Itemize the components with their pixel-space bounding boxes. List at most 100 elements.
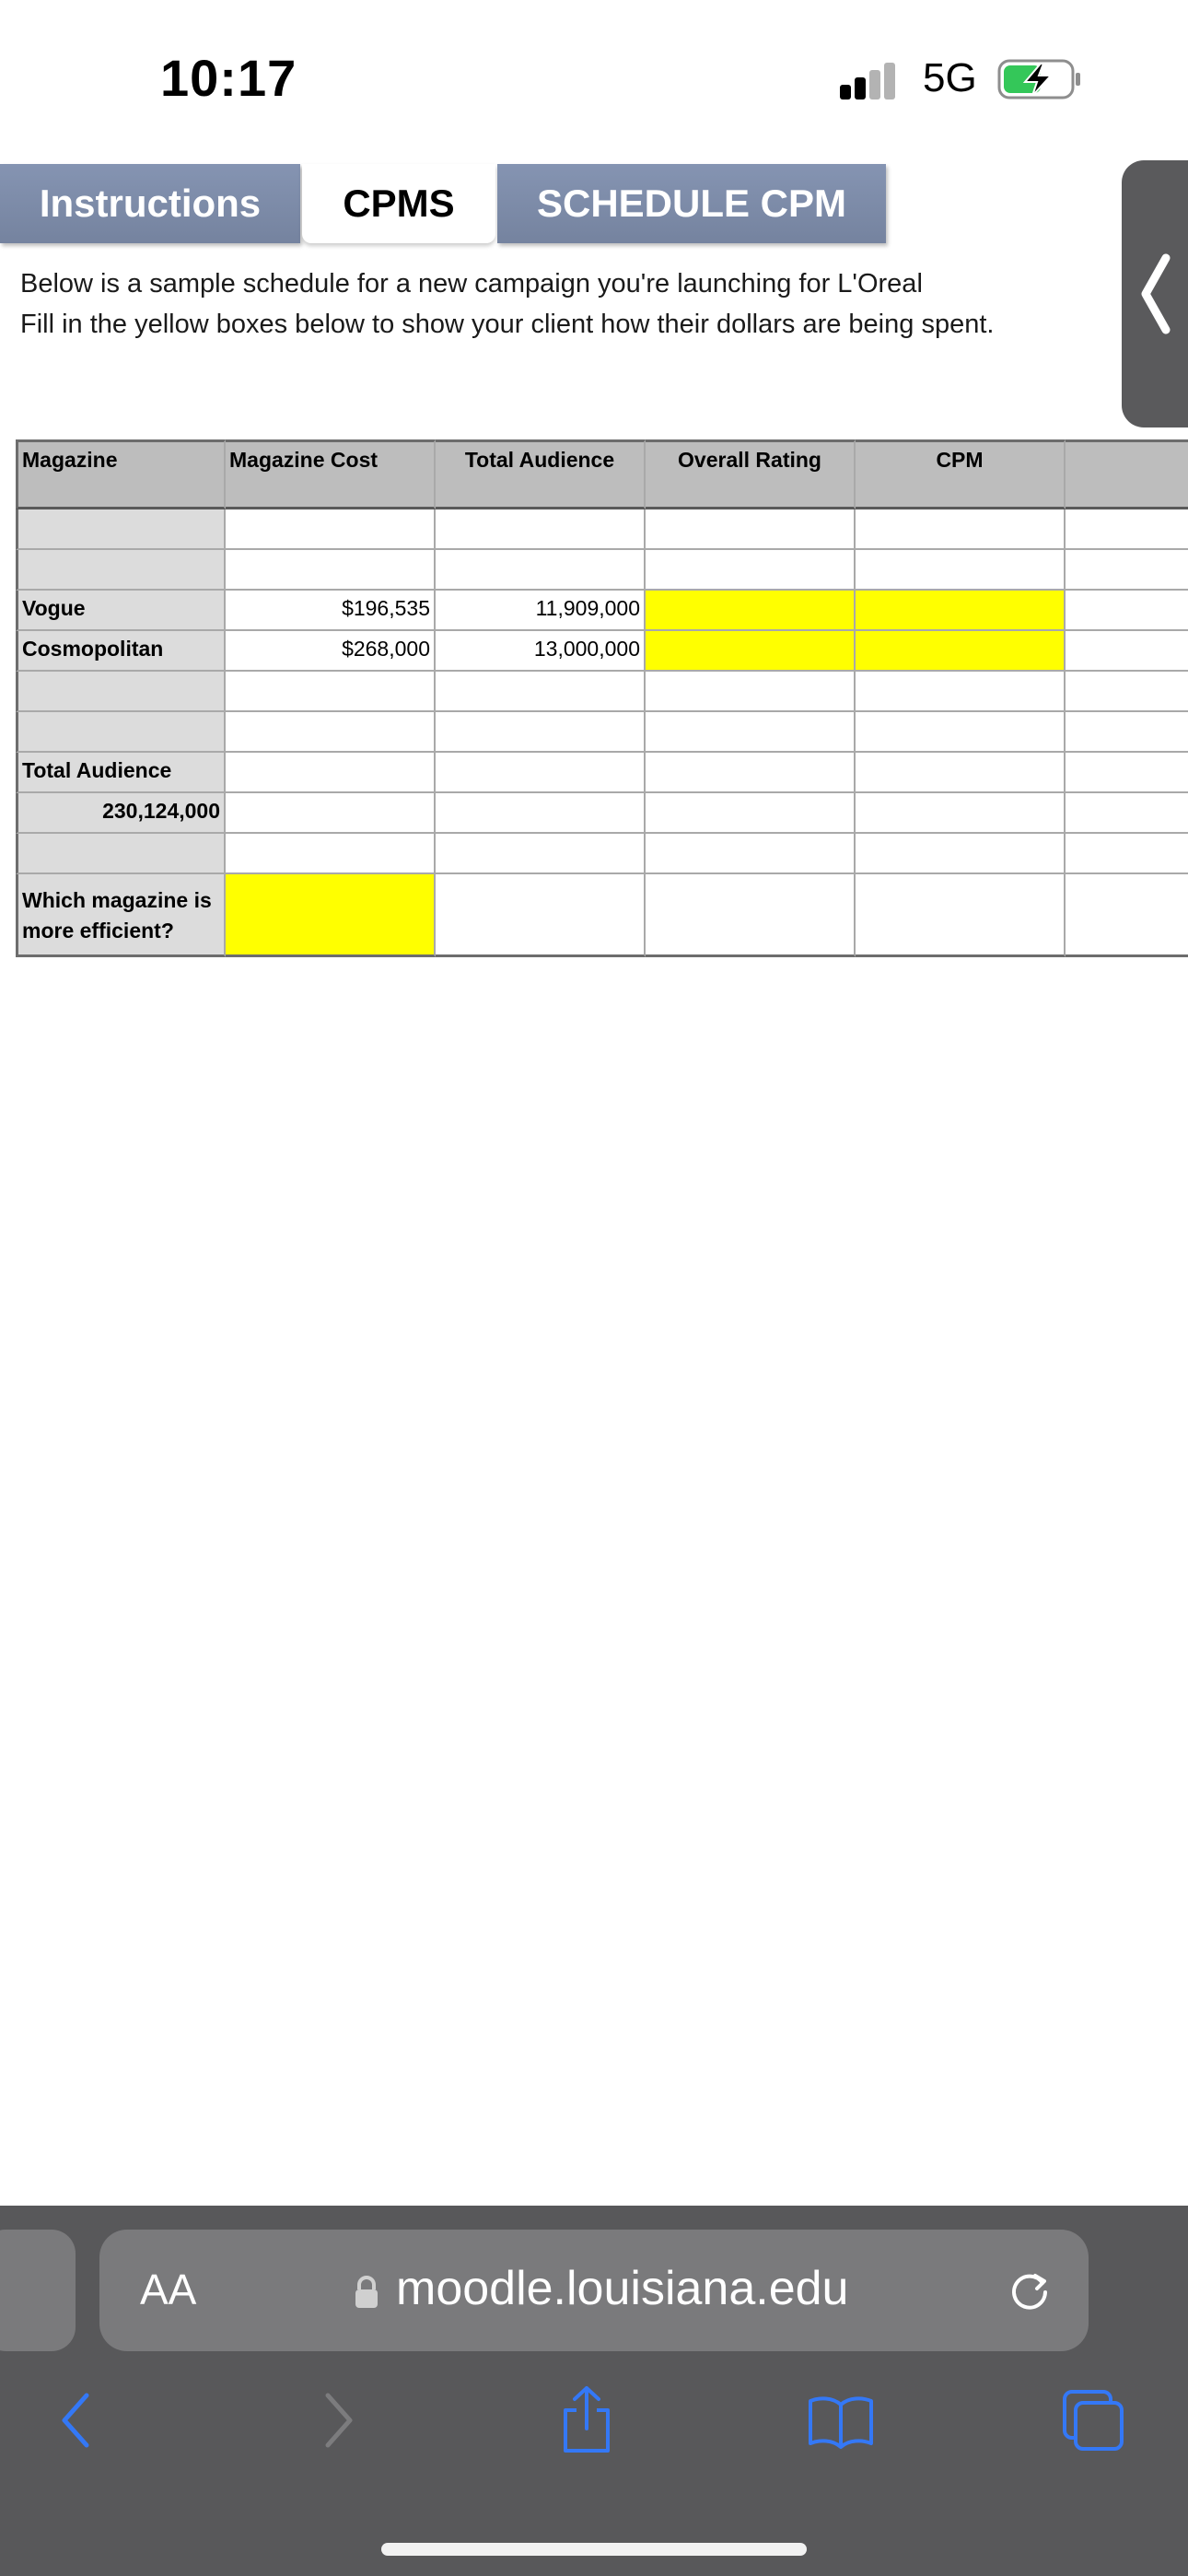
row-label-cell [16,550,226,591]
table-cell [436,834,646,874]
intro-line-2: Fill in the yellow boxes below to show y… [20,310,995,339]
table-cell [646,672,856,712]
table-cell [1066,550,1188,591]
table-cell [646,874,856,957]
total-audience-cell: 13,000,000 [436,631,646,672]
tab-instructions[interactable]: Instructions [0,164,300,243]
total-audience-label-cell: Total Audience [16,753,226,793]
table-header-row: Magazine Magazine Cost Total Audience Ov… [16,439,1188,509]
table-cell [856,550,1066,591]
table-cell [646,793,856,834]
share-icon[interactable] [558,2383,615,2456]
table-cell [1066,753,1188,793]
table-cell [226,550,436,591]
total-audience-value-cell: 230,124,000 [16,793,226,834]
lock-icon [354,2276,379,2309]
table-cell [856,753,1066,793]
table-cell [226,793,436,834]
table-cell [1066,793,1188,834]
browser-toolbar: AA moodle.louisiana.edu [0,2206,1188,2576]
table-cell [436,712,646,753]
cosmopolitan-overall-rating-input[interactable] [646,631,856,672]
table-cell [856,793,1066,834]
header-cpm: CPM [856,439,1066,509]
table-cell [646,753,856,793]
table-cell [1066,591,1188,631]
bookmarks-icon[interactable] [807,2394,875,2449]
table-cell [436,793,646,834]
cellular-signal-icon [840,61,904,100]
row-label-cell [16,834,226,874]
table-cell [646,834,856,874]
table-cell [226,672,436,712]
vogue-cpm-input[interactable] [856,591,1066,631]
magazine-name-cell: Cosmopolitan [16,631,226,672]
total-audience-cell: 11,909,000 [436,591,646,631]
table-row [16,509,1188,550]
drawer-toggle-button[interactable] [1122,160,1188,427]
table-cell [226,509,436,550]
table-cell [436,509,646,550]
table-cell [646,509,856,550]
table-cell [646,712,856,753]
header-total-audience: Total Audience [436,439,646,509]
table-cell [436,672,646,712]
text-size-button[interactable]: AA [140,2265,196,2314]
header-blank [1066,439,1188,509]
intro-line-1: Below is a sample schedule for a new cam… [20,269,923,299]
table-cell [1066,874,1188,957]
table-cell [226,712,436,753]
header-magazine: Magazine [16,439,226,509]
table-cell [856,712,1066,753]
tabs-icon[interactable] [1061,2388,1125,2453]
magazine-name-cell: Vogue [16,591,226,631]
magazine-cost-cell: $196,535 [226,591,436,631]
table-row [16,712,1188,753]
table-row-question: Which magazine is more efficient? [16,874,1188,957]
header-magazine-cost: Magazine Cost [226,439,436,509]
table-cell [436,874,646,957]
table-row-vogue: Vogue $196,535 11,909,000 [16,591,1188,631]
table-cell [1066,509,1188,550]
table-row-total-audience-value: 230,124,000 [16,793,1188,834]
table-row [16,672,1188,712]
table-cell [1066,631,1188,672]
url-text: moodle.louisiana.edu [396,2262,849,2315]
instructions-text: Below is a sample schedule for a new cam… [20,263,994,345]
chevron-left-icon [1141,253,1171,334]
header-overall-rating: Overall Rating [646,439,856,509]
network-label: 5G [923,55,977,100]
table-cell [1066,712,1188,753]
forward-icon[interactable] [320,2390,357,2451]
table-cell [856,874,1066,957]
cosmopolitan-cpm-input[interactable] [856,631,1066,672]
previous-tab-preview[interactable] [0,2230,76,2351]
table-cell [856,672,1066,712]
table-cell [1066,834,1188,874]
table-cell [226,753,436,793]
battery-charging-icon [997,59,1082,100]
magazine-cost-cell: $268,000 [226,631,436,672]
table-cell [856,509,1066,550]
status-time: 10:17 [160,49,297,107]
table-cell [856,834,1066,874]
table-row [16,834,1188,874]
table-cell [436,753,646,793]
row-label-cell [16,672,226,712]
row-label-cell [16,509,226,550]
reload-icon[interactable] [1004,2265,1055,2316]
more-efficient-magazine-input[interactable] [226,874,436,957]
table-cell [646,550,856,591]
table-cell [1066,672,1188,712]
table-cell [436,550,646,591]
table-row-total-audience: Total Audience [16,753,1188,793]
row-label-cell [16,712,226,753]
tab-cpms[interactable]: CPMS [302,164,495,243]
home-indicator [381,2543,807,2556]
table-cell [226,834,436,874]
back-icon[interactable] [57,2390,94,2451]
question-label-cell: Which magazine is more efficient? [16,874,226,957]
address-bar[interactable]: AA moodle.louisiana.edu [99,2230,1089,2351]
tab-schedule-cpm[interactable]: SCHEDULE CPM [497,164,886,243]
vogue-overall-rating-input[interactable] [646,591,856,631]
